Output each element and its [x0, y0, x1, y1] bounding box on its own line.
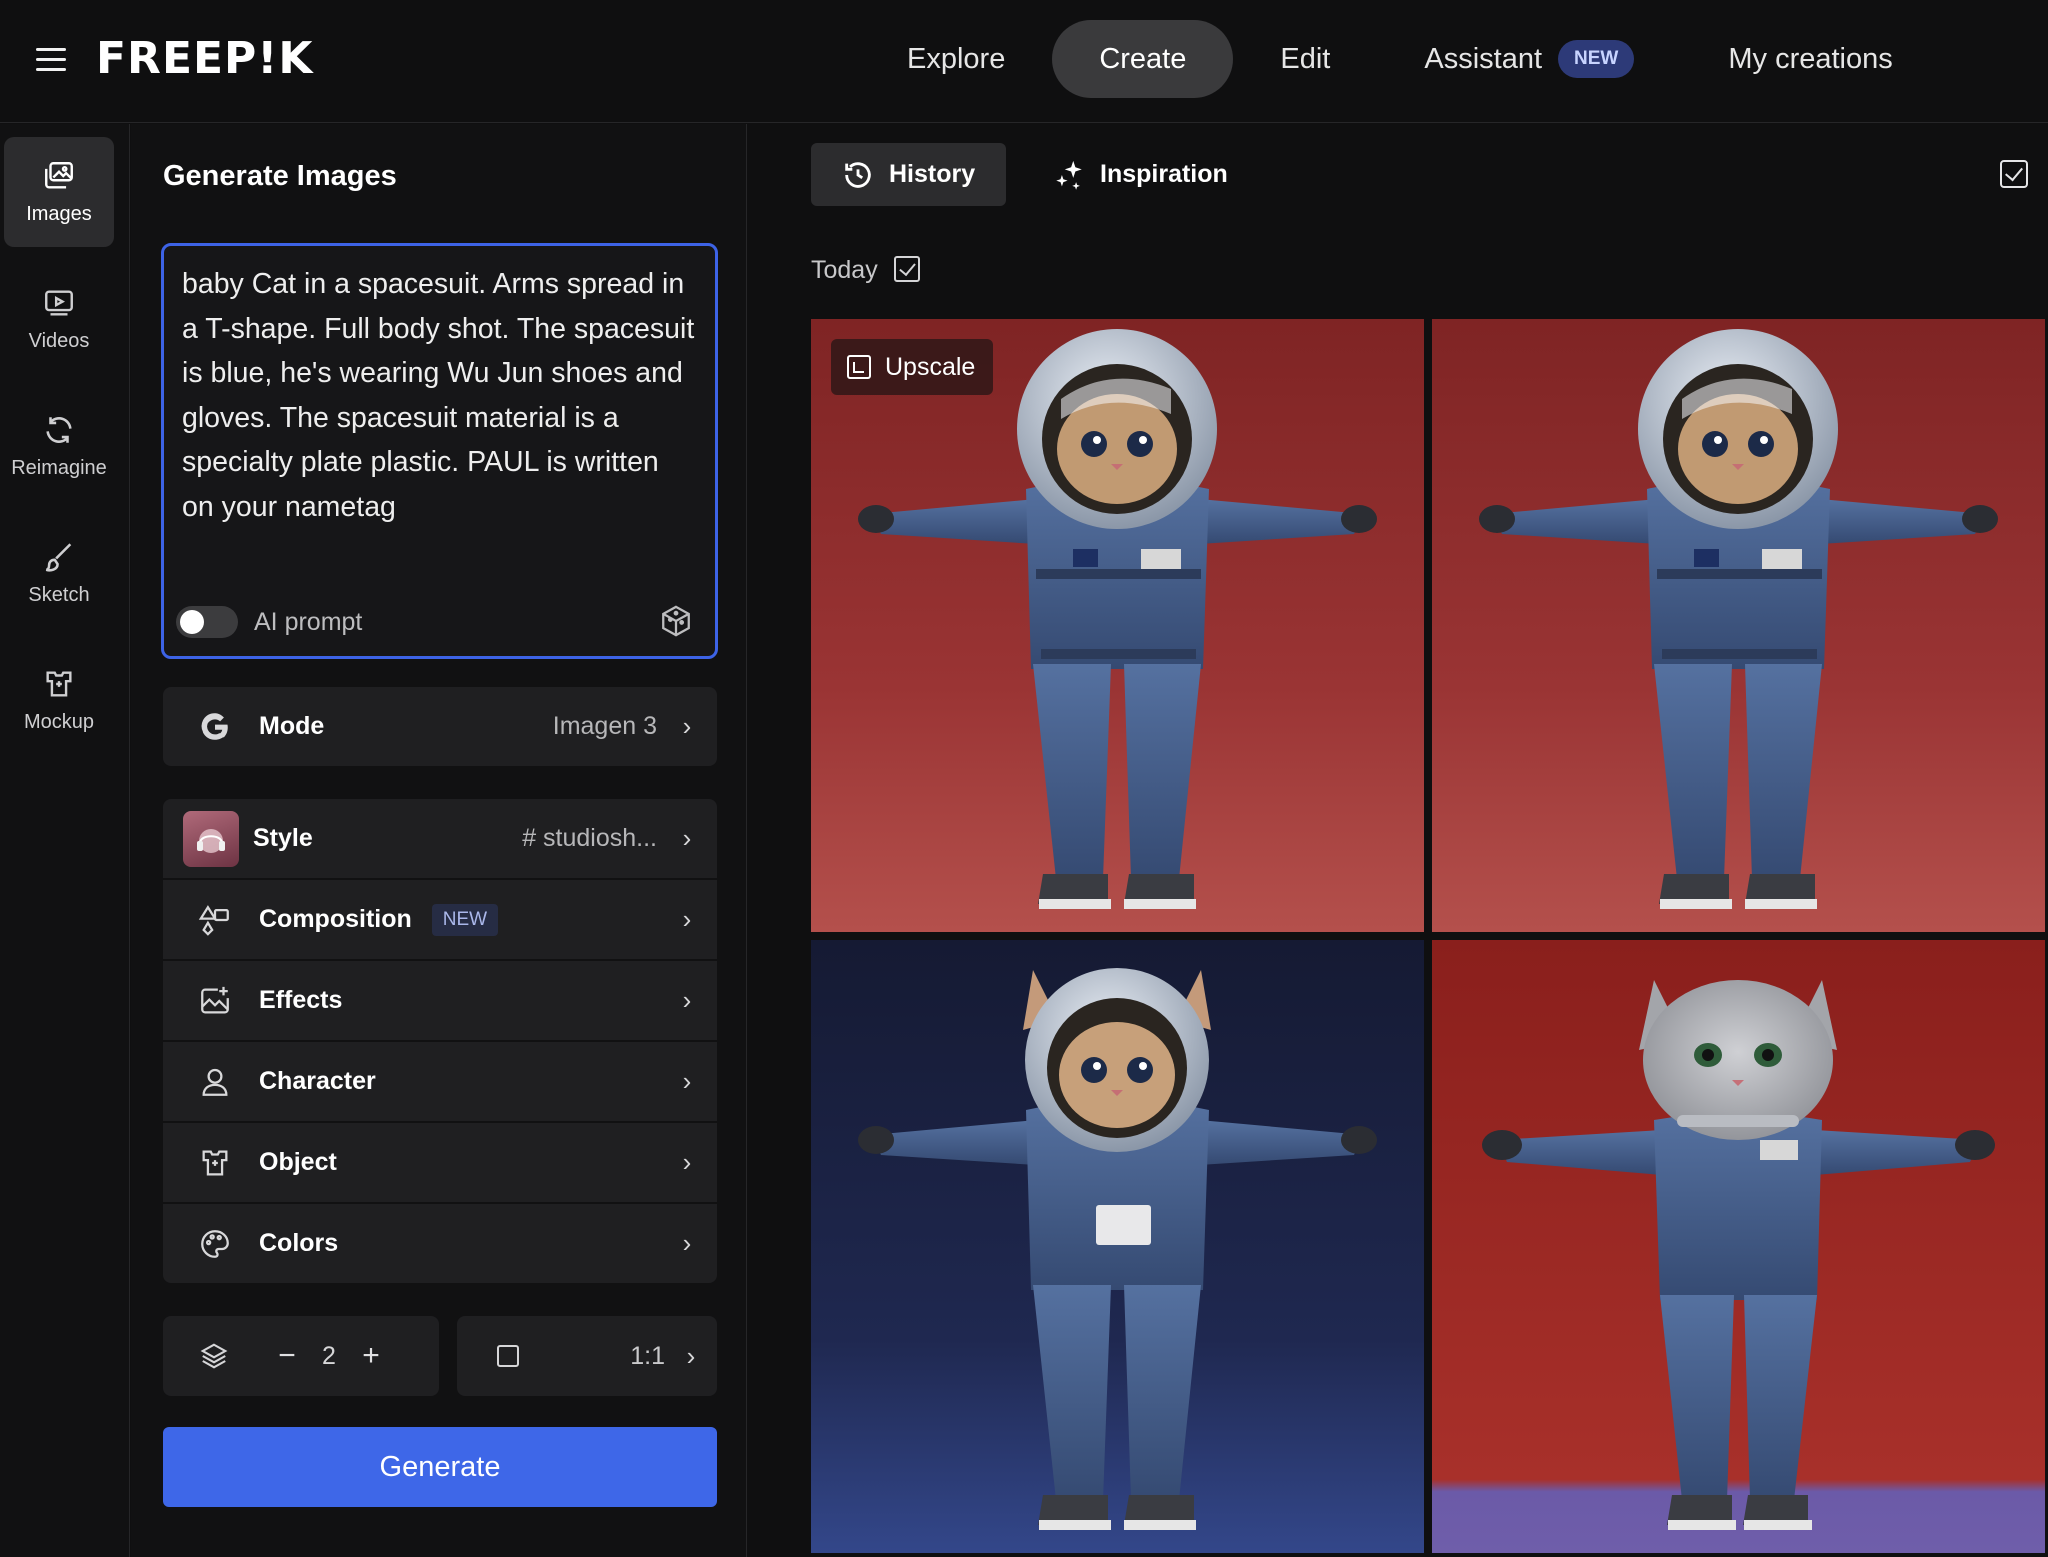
result-image[interactable]: Upscale	[811, 319, 1424, 932]
result-image[interactable]	[811, 940, 1424, 1553]
main-nav: Explore Create Edit Assistant NEW My cre…	[860, 20, 1940, 98]
generate-panel: Generate Images baby Cat in a spacesuit.…	[131, 124, 747, 1557]
results-area: History Inspiration Today Upscale	[748, 124, 2048, 1557]
effects-selector[interactable]: Effects ›	[163, 961, 717, 1040]
image-count-stepper: − 2 +	[163, 1316, 439, 1396]
refresh-icon	[46, 416, 72, 443]
palette-icon	[185, 1214, 245, 1274]
decrement-button[interactable]: −	[267, 1339, 307, 1373]
generate-button[interactable]: Generate	[163, 1427, 717, 1507]
increment-button[interactable]: +	[351, 1339, 391, 1373]
chevron-right-icon: ›	[682, 904, 692, 934]
image-count-value: 2	[322, 1341, 336, 1370]
brush-icon	[45, 542, 72, 572]
mode-selector[interactable]: Mode Imagen 3 ›	[163, 687, 717, 766]
ai-prompt-label: AI prompt	[254, 608, 363, 636]
rail-item-label: Sketch	[28, 583, 90, 606]
rail-item-mockup[interactable]: Mockup	[4, 645, 114, 755]
chevron-right-icon: ›	[682, 985, 692, 1015]
nav-create[interactable]: Create	[1052, 20, 1234, 98]
object-icon	[185, 1133, 245, 1193]
panel-title: Generate Images	[163, 160, 397, 192]
sparkles-icon	[1056, 160, 1082, 190]
top-bar: FREEP!K Explore Create Edit Assistant NE…	[0, 0, 2048, 123]
cube-icon[interactable]	[659, 604, 693, 638]
chevron-right-icon: ›	[682, 1147, 692, 1177]
rail-item-images[interactable]: Images	[4, 137, 114, 247]
colors-selector[interactable]: Colors ›	[163, 1204, 717, 1283]
style-value: # studiosh...	[522, 824, 657, 852]
nav-explore[interactable]: Explore	[860, 20, 1052, 98]
style-thumbnail	[183, 810, 239, 867]
select-all-checkbox[interactable]	[2000, 160, 2028, 188]
rail-item-label: Images	[26, 202, 92, 225]
object-label: Object	[259, 1148, 337, 1176]
new-badge: NEW	[1558, 40, 1635, 78]
menu-icon[interactable]	[36, 48, 66, 72]
tool-rail: Images Videos Reimagine Sketch Mockup	[0, 124, 130, 1557]
shapes-icon	[185, 890, 245, 950]
upscale-icon	[847, 355, 871, 379]
new-badge: NEW	[431, 903, 499, 936]
mockup-icon	[46, 670, 72, 697]
effects-label: Effects	[259, 986, 343, 1014]
nav-assistant-label: Assistant	[1424, 43, 1543, 75]
images-icon	[45, 161, 73, 189]
rail-item-label: Mockup	[23, 710, 95, 733]
chevron-right-icon: ›	[682, 1228, 692, 1258]
nav-my-creations[interactable]: My creations	[1681, 20, 1939, 98]
chevron-right-icon: ›	[682, 1066, 692, 1096]
object-selector[interactable]: Object ›	[163, 1123, 717, 1202]
google-g-icon	[185, 697, 245, 757]
rail-item-label: Reimagine	[11, 456, 107, 479]
colors-label: Colors	[259, 1229, 339, 1257]
aspect-ratio-selector[interactable]: 1:1 ›	[457, 1316, 717, 1396]
person-icon	[185, 1052, 245, 1112]
composition-label: Composition	[259, 905, 412, 933]
character-selector[interactable]: Character ›	[163, 1042, 717, 1121]
history-icon	[845, 161, 871, 188]
style-selector[interactable]: Style # studiosh... ›	[163, 799, 717, 878]
aspect-ratio-value: 1:1	[630, 1341, 665, 1370]
image-sparkle-icon	[185, 971, 245, 1031]
video-icon	[45, 289, 73, 316]
style-label: Style	[253, 824, 313, 852]
ai-prompt-toggle[interactable]	[176, 606, 238, 638]
chevron-right-icon: ›	[682, 823, 692, 853]
nav-edit[interactable]: Edit	[1233, 20, 1377, 98]
chevron-right-icon: ›	[682, 711, 692, 741]
freepik-logo[interactable]: FREEP!K	[96, 34, 313, 84]
result-image[interactable]	[1432, 940, 2045, 1553]
rail-item-label: Videos	[28, 329, 90, 352]
prompt-text[interactable]: baby Cat in a spacesuit. Arms spread in …	[182, 262, 697, 529]
rail-item-reimagine[interactable]: Reimagine	[4, 391, 114, 501]
square-icon	[497, 1345, 519, 1367]
prompt-input[interactable]: baby Cat in a spacesuit. Arms spread in …	[161, 243, 718, 659]
layers-icon	[200, 1343, 228, 1369]
mode-label: Mode	[259, 712, 325, 740]
mode-value: Imagen 3	[552, 712, 657, 740]
rail-item-videos[interactable]: Videos	[4, 264, 114, 374]
tab-history-label: History	[889, 160, 976, 188]
tab-history[interactable]: History	[811, 143, 1006, 206]
nav-assistant[interactable]: Assistant NEW	[1377, 20, 1681, 98]
group-label-today: Today	[811, 256, 878, 284]
today-checkbox[interactable]	[894, 256, 920, 282]
tab-inspiration-label: Inspiration	[1100, 160, 1228, 188]
result-image[interactable]	[1432, 319, 2045, 932]
rail-item-sketch[interactable]: Sketch	[4, 518, 114, 628]
composition-selector[interactable]: Composition NEW ›	[163, 880, 717, 959]
tab-inspiration[interactable]: Inspiration	[1052, 143, 1228, 206]
character-label: Character	[259, 1067, 376, 1095]
chevron-right-icon: ›	[686, 1340, 696, 1371]
upscale-label: Upscale	[885, 352, 976, 381]
upscale-button[interactable]: Upscale	[831, 339, 994, 395]
